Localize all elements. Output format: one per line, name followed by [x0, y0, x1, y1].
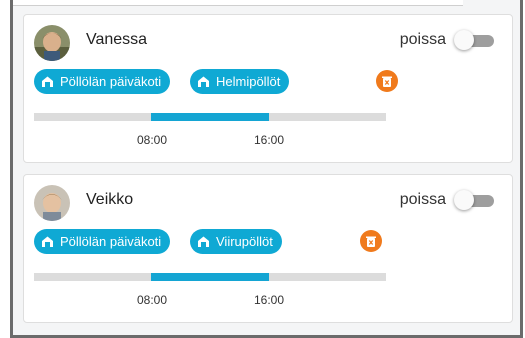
schedule-bar-fill [151, 273, 269, 281]
group-chip-label: Helmipöllöt [216, 74, 281, 89]
end-time: 16:00 [253, 133, 285, 147]
absent-label: poissa [399, 31, 446, 48]
group-chip-label: Viirupöllöt [216, 234, 273, 249]
child-card: Vanessa poissa Pöllölän päiväkoti Helmip… [23, 14, 513, 163]
schedule-bar-fill [151, 113, 269, 121]
child-avatar[interactable] [34, 185, 70, 221]
delete-button[interactable] [360, 230, 382, 252]
home-icon [42, 236, 53, 247]
group-chip-label: Pöllölän päiväkoti [60, 74, 162, 89]
group-chip[interactable]: Viirupöllöt [190, 229, 282, 254]
start-time: 08:00 [136, 133, 168, 147]
child-name: Veikko [86, 191, 134, 208]
group-chip-label: Pöllölän päiväkoti [60, 234, 162, 249]
home-icon [42, 76, 53, 87]
group-chip[interactable]: Pöllölän päiväkoti [34, 69, 171, 94]
absent-toggle[interactable] [454, 30, 494, 50]
delete-button[interactable] [376, 70, 398, 92]
end-time: 16:00 [253, 293, 285, 307]
home-icon [198, 76, 209, 87]
absent-toggle[interactable] [454, 190, 494, 210]
trash-icon [382, 76, 392, 87]
schedule-bar[interactable] [34, 113, 386, 121]
child-card: Veikko poissa Pöllölän päiväkoti Viirupö… [23, 174, 513, 323]
child-avatar[interactable] [34, 25, 70, 61]
child-name: Vanessa [86, 31, 148, 48]
absent-label: poissa [399, 191, 446, 208]
toggle-knob [454, 30, 474, 50]
home-icon [198, 236, 209, 247]
child-list-panel: Vanessa poissa Pöllölän päiväkoti Helmip… [10, 0, 523, 338]
schedule-bar[interactable] [34, 273, 386, 281]
group-chip[interactable]: Helmipöllöt [190, 69, 290, 94]
trash-icon [366, 236, 376, 247]
group-chip[interactable]: Pöllölän päiväkoti [34, 229, 171, 254]
start-time: 08:00 [136, 293, 168, 307]
panel-top-edge [13, 0, 463, 6]
toggle-knob [454, 190, 474, 210]
